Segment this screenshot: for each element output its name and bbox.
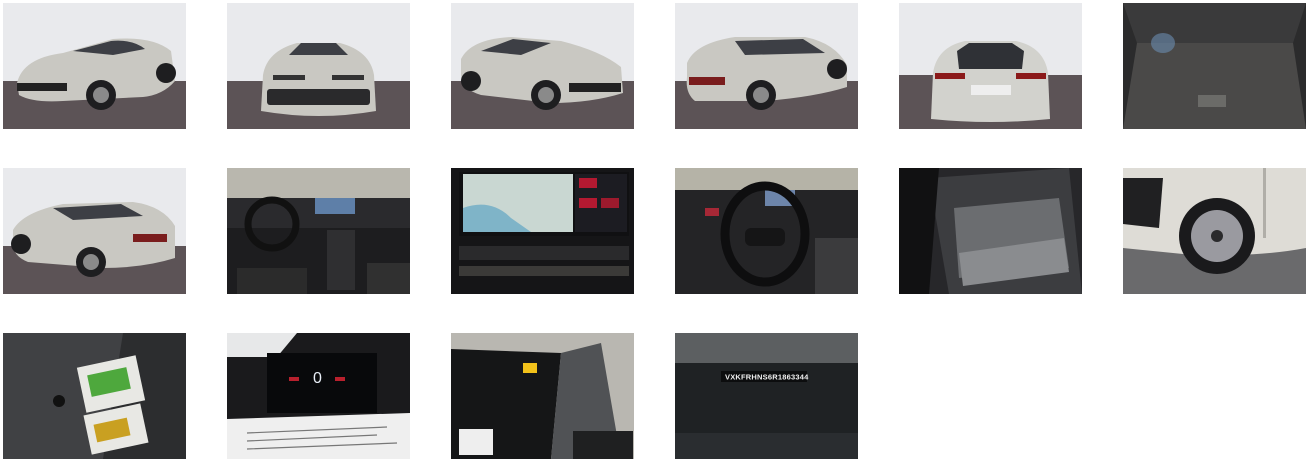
vin-plate-image: VXKFRHNS6R1863344 (675, 333, 858, 459)
dashboard-image (227, 168, 410, 294)
rear-seats-image (899, 168, 1082, 294)
photo-thumbnail-cargo-area[interactable] (1123, 3, 1306, 129)
manuals-image (3, 333, 186, 459)
photo-thumbnail-rear-three-quarter-left[interactable] (3, 168, 186, 294)
windshield-sticker-image (451, 333, 634, 459)
photo-thumbnail-front[interactable] (227, 3, 410, 129)
infotainment-image (451, 168, 634, 294)
photo-thumbnail-rear[interactable] (899, 3, 1082, 129)
car-front-image (227, 3, 410, 129)
photo-thumbnail-windshield-sticker[interactable] (451, 333, 634, 459)
photo-gallery: 0 VXKFRHNS6R1863344 (0, 0, 1306, 459)
photo-thumbnail-vin-plate[interactable]: VXKFRHNS6R1863344 (675, 333, 858, 459)
instrument-cluster-image: 0 (227, 333, 410, 459)
car-front-right-image (451, 3, 634, 129)
car-front-left-image (3, 3, 186, 129)
photo-thumbnail-manuals[interactable] (3, 333, 186, 459)
photo-thumbnail-rear-seats[interactable] (899, 168, 1082, 294)
vin-number-text: VXKFRHNS6R1863344 (725, 373, 809, 382)
photo-thumbnail-wheel[interactable] (1123, 168, 1306, 294)
photo-thumbnail-dashboard[interactable] (227, 168, 410, 294)
car-rear-left-image (3, 168, 186, 294)
photo-thumbnail-infotainment[interactable] (451, 168, 634, 294)
photo-thumbnail-rear-three-quarter-right[interactable] (675, 3, 858, 129)
cargo-area-image (1123, 3, 1306, 129)
photo-thumbnail-front-three-quarter-right[interactable] (451, 3, 634, 129)
photo-thumbnail-steering-wheel[interactable] (675, 168, 858, 294)
car-rear-image (899, 3, 1082, 129)
photo-thumbnail-front-three-quarter-left[interactable] (3, 3, 186, 129)
car-rear-right-image (675, 3, 858, 129)
steering-wheel-image (675, 168, 858, 294)
cluster-speed-readout: 0 (313, 370, 322, 387)
photo-thumbnail-instrument-cluster[interactable]: 0 (227, 333, 410, 459)
wheel-closeup-image (1123, 168, 1306, 294)
